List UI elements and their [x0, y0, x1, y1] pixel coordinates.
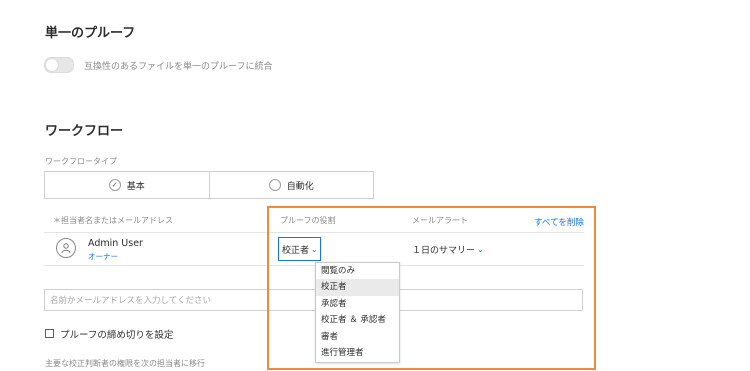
- workflow-type-selector: ✓ 基本 自動化: [44, 171, 374, 199]
- workflow-option-automation-label: 自動化: [286, 181, 314, 192]
- deadline-checkbox[interactable]: [45, 329, 54, 338]
- user-icon: [61, 243, 71, 254]
- workflow-option-automation[interactable]: 自動化: [208, 172, 374, 198]
- assignee-role-sub: オーナー: [88, 252, 118, 261]
- assignee-column-header: ＊担当者名またはメールアドレス: [53, 216, 173, 225]
- checked-radio-icon: ✓: [108, 179, 121, 191]
- single-proof-toggle[interactable]: [44, 57, 74, 73]
- workflow-title: ワークフロー: [45, 124, 124, 139]
- avatar: [56, 238, 76, 258]
- workflow-option-basic-label: 基本: [126, 181, 145, 192]
- single-proof-title: 単一のプルーフ: [45, 26, 136, 41]
- assignee-name: Admin User: [88, 238, 143, 249]
- unchecked-radio-icon: [268, 179, 281, 191]
- single-proof-toggle-label: 互換性のあるファイルを単一のプルーフに統合: [84, 62, 273, 72]
- workflow-type-label: ワークフロータイプ: [45, 157, 117, 166]
- transfer-authority-text: 主要な校正判断者の権限を次の担当者に移行: [45, 359, 205, 368]
- deadline-label: プルーフの締め切りを設定: [60, 330, 174, 341]
- workflow-option-basic[interactable]: ✓ 基本: [45, 172, 209, 198]
- highlight-box: [267, 206, 596, 370]
- toggle-knob: [46, 59, 58, 71]
